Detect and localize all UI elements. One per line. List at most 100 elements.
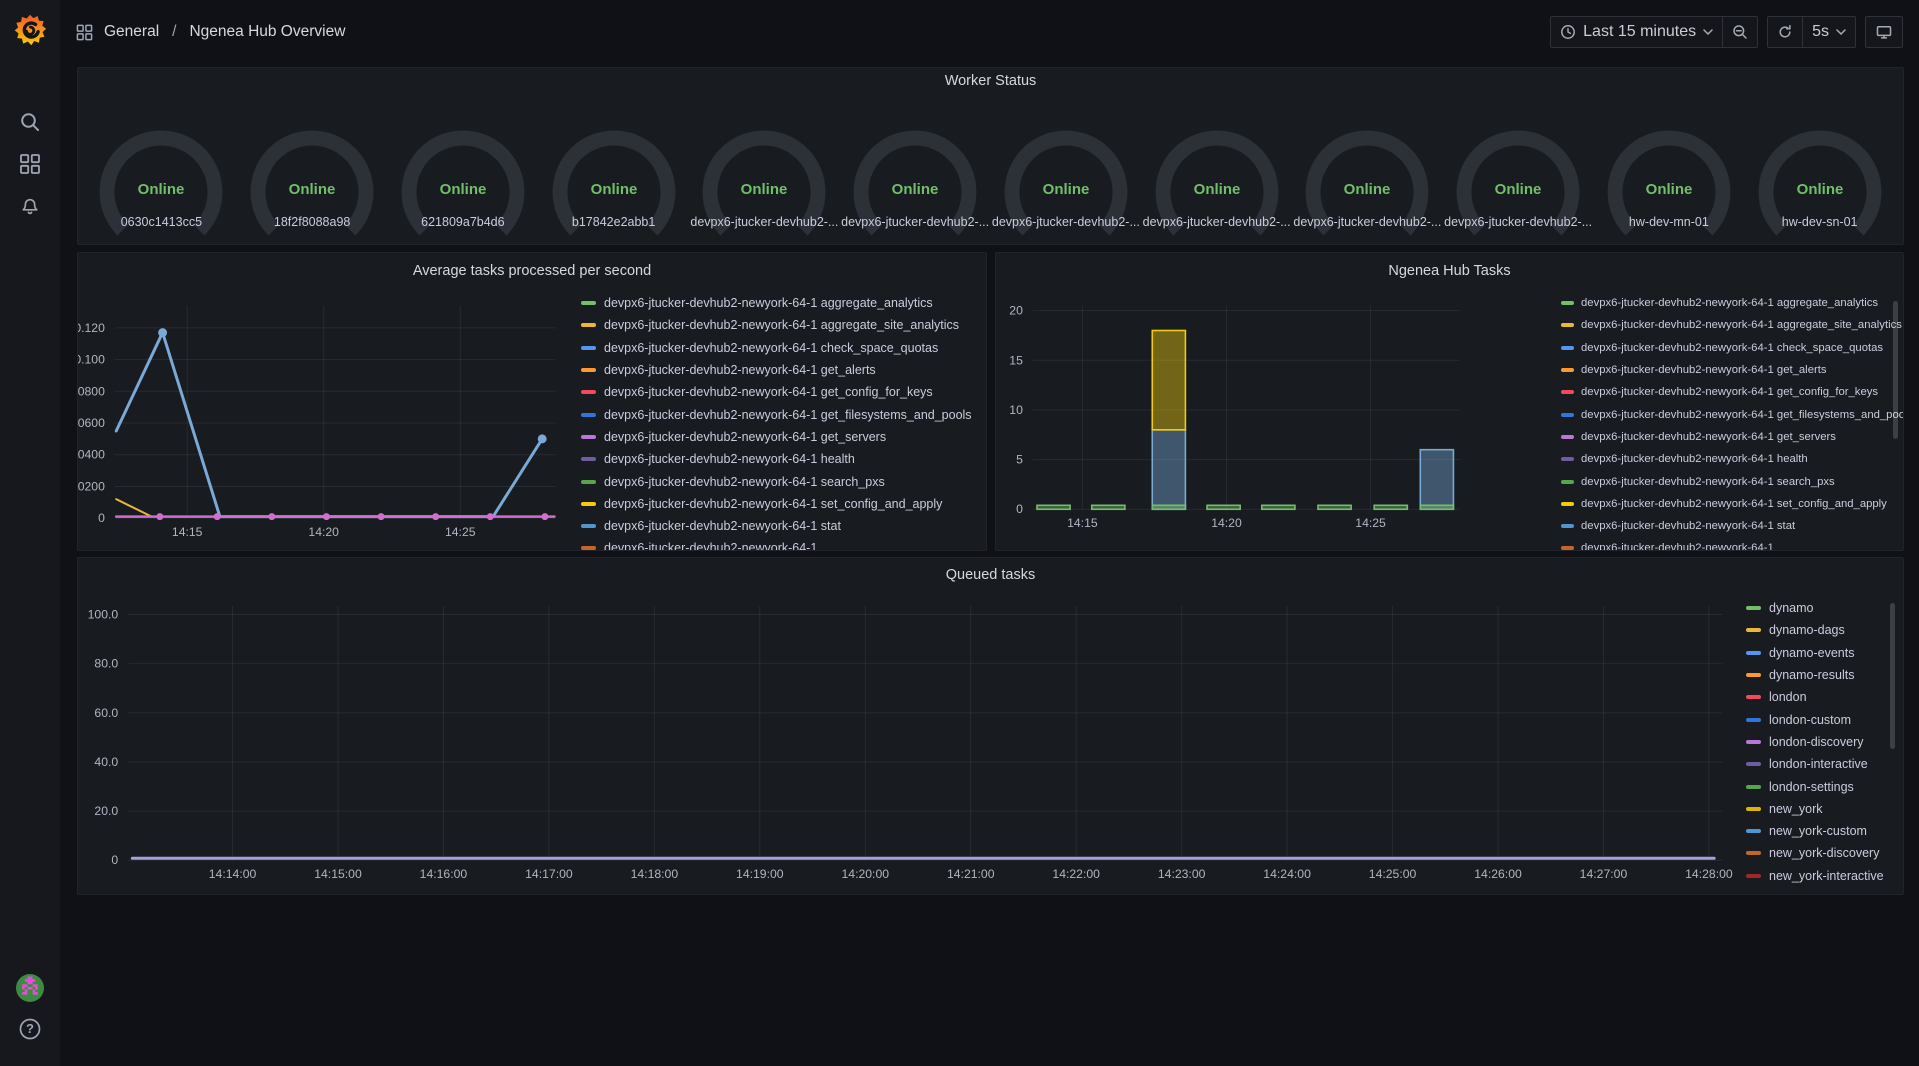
legend-series-label: dynamo-results — [1769, 668, 1854, 682]
breadcrumb-separator: / — [170, 23, 178, 41]
avg-tasks-legend: devpx6-jtucker-devhub2-newyork-64-1 aggr… — [581, 292, 972, 551]
legend-item[interactable]: devpx6-jtucker-devhub2-newyork-64-1 stat — [1561, 515, 1904, 537]
refresh-interval-label: 5s — [1812, 23, 1829, 41]
bar — [1092, 505, 1125, 509]
breadcrumb-dashboard-title[interactable]: Ngenea Hub Overview — [189, 23, 345, 41]
legend-item[interactable]: devpx6-jtucker-devhub2-newyork-64-1 chec… — [581, 337, 972, 359]
refresh-group: 5s — [1767, 16, 1856, 48]
legend-item[interactable]: dynamo-results — [1746, 664, 1884, 686]
legend-item[interactable]: devpx6-jtucker-devhub2-newyork-64-1 — [581, 537, 972, 551]
legend-series-label: devpx6-jtucker-devhub2-newyork-64-1 stat — [1581, 520, 1795, 532]
legend-item[interactable]: devpx6-jtucker-devhub2-newyork-64-1 get_… — [581, 359, 972, 381]
legend-item[interactable]: devpx6-jtucker-devhub2-newyork-64-1 aggr… — [581, 292, 972, 314]
legend-series-marker — [1746, 829, 1761, 833]
breadcrumb-folder[interactable]: General — [104, 23, 159, 41]
legend-series-label: london-custom — [1769, 713, 1851, 727]
legend-item[interactable]: devpx6-jtucker-devhub2-newyork-64-1 get_… — [1561, 381, 1904, 403]
y-axis-tick-label: 100.0 — [88, 608, 119, 622]
zoom-out-button[interactable] — [1722, 17, 1757, 47]
legend-item[interactable]: devpx6-jtucker-devhub2-newyork-64-1 stat — [581, 515, 972, 537]
tv-kiosk-button[interactable] — [1865, 16, 1903, 48]
worker-status-value: Online — [1796, 181, 1843, 198]
legend-item[interactable]: devpx6-jtucker-devhub2-newyork-64-1 aggr… — [1561, 314, 1904, 336]
panel-title[interactable]: Ngenea Hub Tasks — [996, 263, 1903, 279]
legend-item[interactable]: devpx6-jtucker-devhub2-newyork-64-1 sear… — [581, 470, 972, 492]
user-avatar[interactable] — [15, 973, 45, 1003]
legend-series-marker — [581, 301, 596, 305]
worker-name: hw-dev-sn-01 — [1738, 215, 1901, 229]
legend-item[interactable]: devpx6-jtucker-devhub2-newyork-64-1 get_… — [1561, 403, 1904, 425]
refresh-button[interactable] — [1768, 17, 1802, 47]
legend-item[interactable]: devpx6-jtucker-devhub2-newyork-64-1 get_… — [1561, 359, 1904, 381]
data-point — [432, 513, 439, 520]
panel-title[interactable]: Average tasks processed per second — [78, 263, 986, 279]
legend-item[interactable]: devpx6-jtucker-devhub2-newyork-64-1 chec… — [1561, 337, 1904, 359]
y-axis-tick-label: 0.100 — [78, 353, 105, 367]
legend-item[interactable]: devpx6-jtucker-devhub2-newyork-64-1 sear… — [1561, 470, 1904, 492]
legend-item[interactable]: new_york-interactive — [1746, 865, 1884, 887]
legend-series-marker — [581, 346, 596, 350]
data-point — [538, 434, 547, 443]
legend-series-marker — [1561, 413, 1574, 417]
legend-item[interactable]: devpx6-jtucker-devhub2-newyork-64-1 — [1561, 537, 1904, 551]
legend-item[interactable]: london — [1746, 686, 1884, 708]
x-axis-tick-label: 14:20:00 — [841, 867, 889, 881]
legend-scrollbar[interactable] — [1893, 301, 1898, 439]
legend-item[interactable]: dynamo-events — [1746, 642, 1884, 664]
legend-series-marker — [1746, 807, 1761, 811]
legend-item[interactable]: devpx6-jtucker-devhub2-newyork-64-1 get_… — [581, 403, 972, 425]
time-range-picker[interactable]: Last 15 minutes — [1551, 17, 1722, 47]
legend-series-marker — [1561, 435, 1574, 439]
legend-item[interactable]: devpx6-jtucker-devhub2-newyork-64-1 set_… — [1561, 493, 1904, 515]
legend-scrollbar[interactable] — [1890, 603, 1895, 749]
y-axis-tick-label: 0.0400 — [78, 448, 105, 462]
bar — [1037, 505, 1070, 509]
monitor-icon — [1876, 24, 1892, 40]
legend-item[interactable]: new_york-custom — [1746, 820, 1884, 842]
legend-item[interactable]: devpx6-jtucker-devhub2-newyork-64-1 get_… — [1561, 426, 1904, 448]
legend-item[interactable]: devpx6-jtucker-devhub2-newyork-64-1 heal… — [581, 448, 972, 470]
legend-item[interactable]: devpx6-jtucker-devhub2-newyork-64-1 aggr… — [581, 314, 972, 336]
search-icon[interactable] — [19, 111, 41, 133]
legend-item[interactable]: new_york-discovery — [1746, 842, 1884, 864]
grafana-logo[interactable] — [13, 13, 47, 47]
panel-title[interactable]: Queued tasks — [78, 567, 1903, 583]
alerting-bell-icon[interactable] — [19, 196, 41, 218]
legend-item[interactable]: devpx6-jtucker-devhub2-newyork-64-1 heal… — [1561, 448, 1904, 470]
x-axis-tick-label: 14:24:00 — [1263, 867, 1311, 881]
legend-item[interactable]: london-settings — [1746, 775, 1884, 797]
worker-name: devpx6-jtucker-devhub2-... — [1437, 215, 1600, 229]
worker-status-value: Online — [1495, 181, 1542, 198]
legend-series-label: devpx6-jtucker-devhub2-newyork-64-1 stat — [604, 519, 841, 533]
worker-gauge: Onlinedevpx6-jtucker-devhub2-... — [840, 68, 991, 244]
legend-item[interactable]: dynamo — [1746, 597, 1884, 619]
legend-item[interactable]: dynamo-dags — [1746, 619, 1884, 641]
refresh-interval-picker[interactable]: 5s — [1802, 17, 1855, 47]
help-icon[interactable]: ? — [18, 1017, 42, 1041]
legend-series-label: devpx6-jtucker-devhub2-newyork-64-1 aggr… — [604, 318, 959, 332]
y-axis-tick-label: 60.0 — [94, 706, 118, 720]
legend-series-label: devpx6-jtucker-devhub2-newyork-64-1 get_… — [1581, 386, 1878, 398]
legend-item[interactable]: london-interactive — [1746, 753, 1884, 775]
worker-status-value: Online — [1646, 181, 1693, 198]
legend-item[interactable]: london-discovery — [1746, 731, 1884, 753]
legend-series-marker — [581, 323, 596, 327]
time-picker-group: Last 15 minutes — [1550, 16, 1758, 48]
worker-name: 18f2f8088a98 — [231, 215, 394, 229]
legend-item[interactable]: devpx6-jtucker-devhub2-newyork-64-1 get_… — [581, 381, 972, 403]
legend-item[interactable]: devpx6-jtucker-devhub2-newyork-64-1 set_… — [581, 493, 972, 515]
legend-item[interactable]: new_york — [1746, 798, 1884, 820]
worker-name: devpx6-jtucker-devhub2-... — [1135, 215, 1298, 229]
y-axis-tick-label: 20 — [1009, 304, 1023, 318]
legend-series-label: london-discovery — [1769, 735, 1864, 749]
legend-item[interactable]: devpx6-jtucker-devhub2-newyork-64-1 get_… — [581, 426, 972, 448]
panel-title[interactable]: Worker Status — [78, 73, 1903, 89]
dashboards-icon[interactable] — [19, 153, 41, 175]
worker-name: devpx6-jtucker-devhub2-... — [1286, 215, 1449, 229]
data-point — [156, 513, 163, 520]
bar — [1262, 505, 1295, 509]
clock-icon — [1560, 24, 1576, 40]
legend-item[interactable]: london-custom — [1746, 708, 1884, 730]
legend-item[interactable]: devpx6-jtucker-devhub2-newyork-64-1 aggr… — [1561, 292, 1904, 314]
queued-tasks-chart[interactable]: 020.040.060.080.0100.014:14:0014:15:0014… — [78, 558, 1903, 894]
